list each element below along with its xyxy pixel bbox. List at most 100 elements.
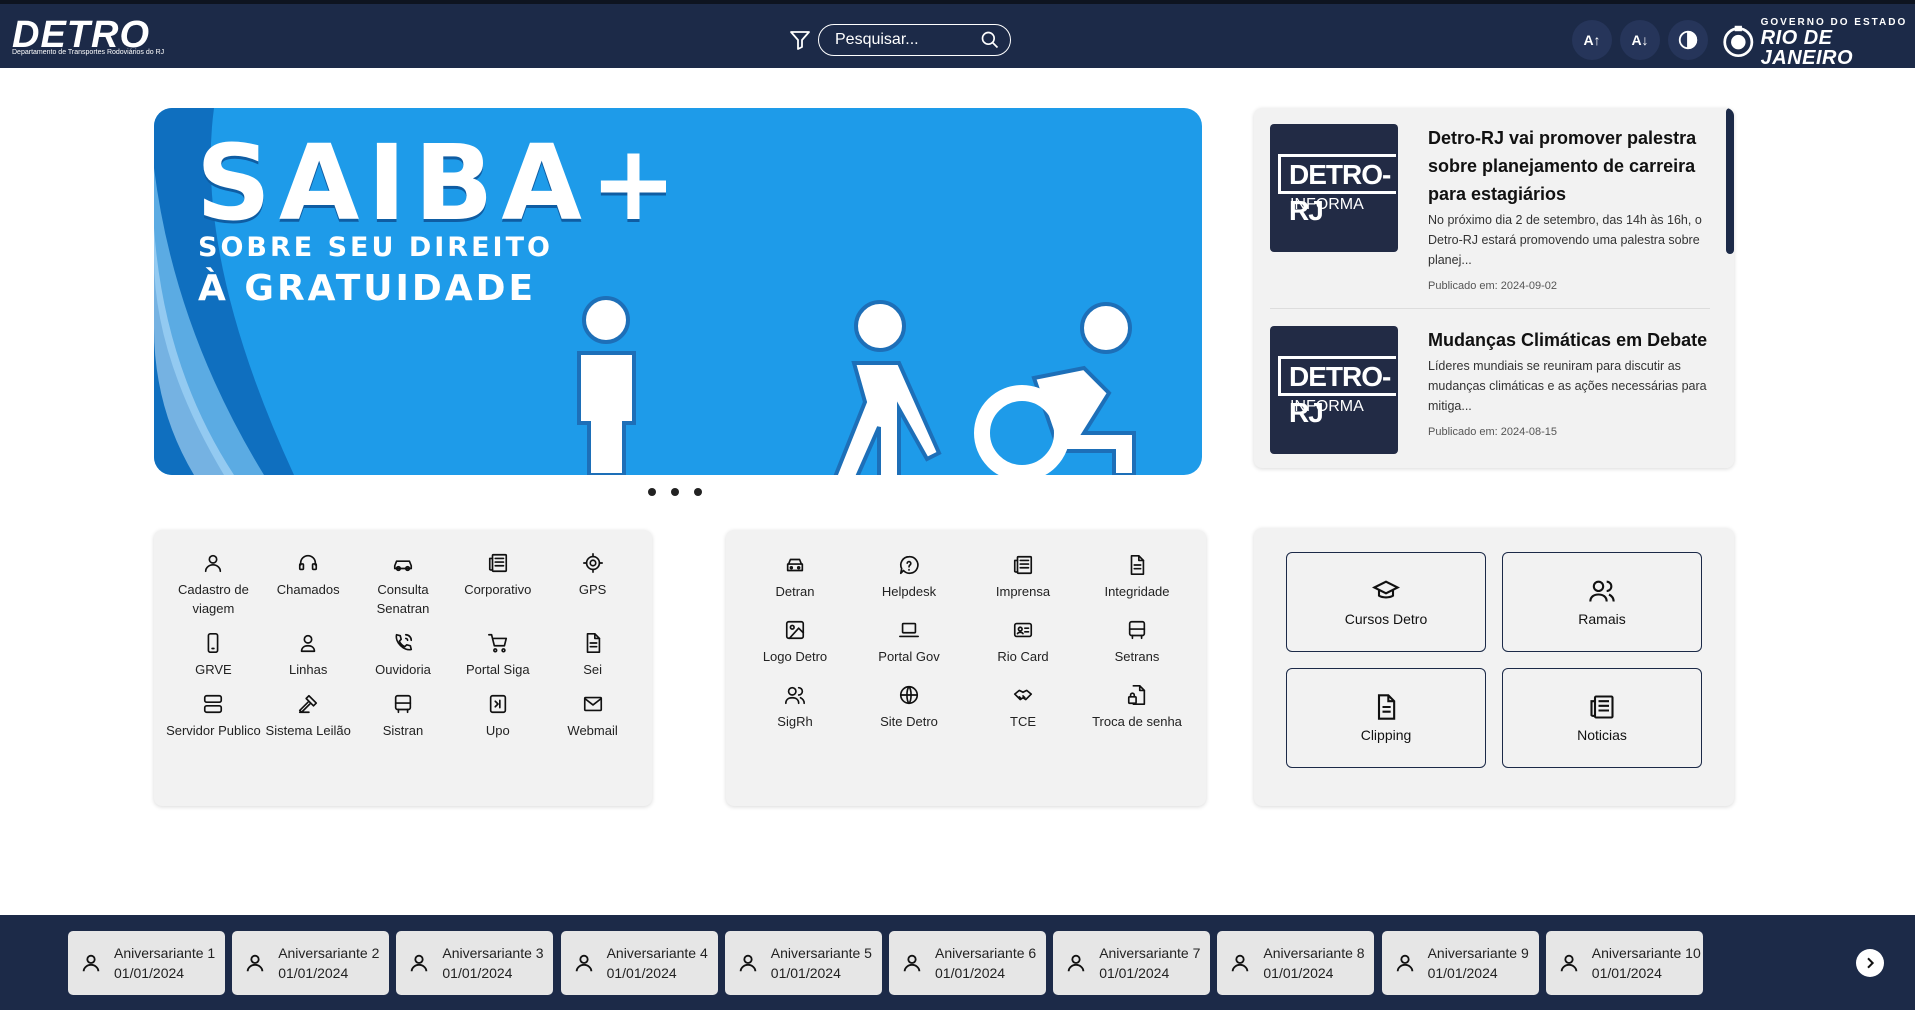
service-link-sei[interactable]: Sei bbox=[545, 632, 640, 679]
service-link-tce[interactable]: TCE bbox=[966, 684, 1080, 731]
search-input[interactable] bbox=[835, 31, 975, 49]
quick-links-panel: Cursos Detro Ramais Clipping Noticias bbox=[1254, 528, 1734, 806]
service-link-sistran[interactable]: Sistran bbox=[356, 693, 451, 740]
news-title: Mudanças Climáticas em Debate bbox=[1428, 330, 1708, 350]
carousel-dot[interactable] bbox=[671, 488, 679, 496]
service-link-corporativo[interactable]: Corporativo bbox=[450, 552, 545, 618]
service-link-rio-card[interactable]: Rio Card bbox=[966, 619, 1080, 666]
birthday-card[interactable]: Aniversariante 4 01/01/2024 bbox=[560, 931, 718, 995]
birthday-card[interactable]: Aniversariante 9 01/01/2024 bbox=[1381, 931, 1539, 995]
search-box bbox=[818, 24, 1011, 56]
birthday-card[interactable]: Aniversariante 3 01/01/2024 bbox=[396, 931, 554, 995]
service-label: Integridade bbox=[1104, 584, 1170, 599]
banner-title: SAIBA+ bbox=[196, 122, 685, 244]
quick-link-clipping[interactable]: Clipping bbox=[1286, 668, 1486, 768]
help-bubble-icon bbox=[899, 555, 919, 575]
user-icon bbox=[205, 554, 222, 573]
service-label: Detran bbox=[775, 584, 815, 599]
handshake-icon bbox=[1013, 689, 1033, 701]
service-link-linhas[interactable]: Linhas bbox=[261, 632, 356, 679]
file-lock-icon bbox=[1127, 685, 1146, 705]
document-icon bbox=[1377, 694, 1396, 720]
users-icon bbox=[785, 686, 805, 705]
service-link-consulta-senatran[interactable]: Consulta Senatran bbox=[356, 552, 451, 618]
gov-line2: RIO DE JANEIRO bbox=[1760, 27, 1854, 69]
carousel-banner[interactable]: SAIBA+ SOBRE SEU DIREITO À GRATUIDADE bbox=[154, 108, 1202, 475]
service-link-setrans[interactable]: Setrans bbox=[1080, 619, 1194, 666]
quick-link-ramais[interactable]: Ramais bbox=[1502, 552, 1702, 652]
carousel-dot[interactable] bbox=[694, 488, 702, 496]
birthday-date: 01/01/2024 bbox=[1263, 965, 1334, 981]
mail-icon bbox=[583, 696, 602, 712]
user-icon bbox=[575, 954, 592, 972]
services-grid-middle: Detran Helpdesk Imprensa Integridade Logo De… bbox=[738, 554, 1194, 731]
news-date: Publicado em: 2024-08-15 bbox=[1428, 426, 1558, 438]
service-label: Logo Detro bbox=[762, 649, 828, 664]
service-label: Imprensa bbox=[995, 584, 1051, 599]
news-item[interactable]: DETRO-RJ INFORMA Mudanças Climáticas em … bbox=[1270, 326, 1710, 454]
quick-link-noticias[interactable]: Noticias bbox=[1502, 668, 1702, 768]
service-link-cadastro-de-viagem[interactable]: Cadastro de viagem bbox=[166, 552, 261, 618]
logo-subtitle: Departamento de Transportes Rodoviários … bbox=[12, 49, 165, 56]
service-label: Troca de senha bbox=[1092, 714, 1182, 729]
quick-link-cursos-detro[interactable]: Cursos Detro bbox=[1286, 552, 1486, 652]
birthday-card[interactable]: Aniversariante 5 01/01/2024 bbox=[724, 931, 882, 995]
news-scrollbar-thumb[interactable] bbox=[1726, 108, 1734, 254]
service-link-troca-de-senha[interactable]: Troca de senha bbox=[1080, 684, 1194, 731]
service-link-site-detro[interactable]: Site Detro bbox=[852, 684, 966, 731]
phone-icon bbox=[207, 633, 219, 653]
birthday-card[interactable]: Aniversariante 8 01/01/2024 bbox=[1217, 931, 1375, 995]
government-logo[interactable]: GOVERNO DO ESTADO RIO DE JANEIRO bbox=[1722, 17, 1915, 68]
service-link-webmail[interactable]: Webmail bbox=[545, 693, 640, 740]
service-link-servidor-publico[interactable]: Servidor Publico bbox=[166, 693, 261, 740]
users-icon bbox=[1589, 580, 1615, 602]
birthday-card[interactable]: Aniversariante 6 01/01/2024 bbox=[889, 931, 1046, 995]
carousel-dot[interactable] bbox=[648, 488, 656, 496]
birthday-card[interactable]: Aniversariante 10 01/01/2024 bbox=[1545, 931, 1703, 995]
birthday-date: 01/01/2024 bbox=[606, 965, 677, 981]
service-link-helpdesk[interactable]: Helpdesk bbox=[852, 554, 966, 601]
service-link-logo-detro[interactable]: Logo Detro bbox=[738, 619, 852, 666]
service-link-portal-gov[interactable]: Portal Gov bbox=[852, 619, 966, 666]
service-link-gps[interactable]: GPS bbox=[545, 552, 640, 618]
service-link-sigrh[interactable]: SigRh bbox=[738, 684, 852, 731]
detro-logo[interactable]: DETRO Departamento de Transportes Rodovi… bbox=[12, 16, 165, 56]
service-link-portal-siga[interactable]: Portal Siga bbox=[450, 632, 545, 679]
birthday-name: Aniversariante 10 bbox=[1591, 945, 1701, 961]
service-link-integridade[interactable]: Integridade bbox=[1080, 554, 1194, 601]
next-button[interactable] bbox=[1856, 949, 1884, 977]
service-link-sistema-leil-o[interactable]: Sistema Leilão bbox=[261, 693, 356, 740]
car-front-icon bbox=[786, 558, 804, 572]
service-label: GPS bbox=[578, 582, 607, 597]
image-icon bbox=[785, 620, 805, 640]
news-item[interactable]: DETRO-RJ INFORMA Detro-RJ vai promover p… bbox=[1270, 124, 1710, 292]
birthday-card[interactable]: Aniversariante 2 01/01/2024 bbox=[232, 931, 390, 995]
service-link-detran[interactable]: Detran bbox=[738, 554, 852, 601]
service-link-imprensa[interactable]: Imprensa bbox=[966, 554, 1080, 601]
service-label: Corporativo bbox=[464, 582, 532, 597]
birthday-date: 01/01/2024 bbox=[770, 965, 841, 981]
font-increase-button[interactable]: A↑ bbox=[1572, 20, 1612, 60]
news-thumbnail-subtitle: INFORMA bbox=[1290, 398, 1364, 415]
news-thumbnail-subtitle: INFORMA bbox=[1290, 196, 1364, 213]
font-decrease-button[interactable]: A↓ bbox=[1620, 20, 1660, 60]
birthday-card[interactable]: Aniversariante 7 01/01/2024 bbox=[1053, 931, 1211, 995]
contrast-button[interactable] bbox=[1668, 20, 1708, 60]
news-thumbnail-title: DETRO-RJ bbox=[1278, 356, 1396, 428]
service-link-ouvidoria[interactable]: Ouvidoria bbox=[356, 632, 451, 679]
news-scrollbar[interactable] bbox=[1726, 108, 1734, 468]
quick-link-label: Cursos Detro bbox=[1344, 611, 1428, 627]
service-link-grve[interactable]: GRVE bbox=[166, 632, 261, 679]
birthday-card[interactable]: Aniversariante 1 01/01/2024 bbox=[68, 931, 225, 995]
birthday-name: Aniversariante 4 bbox=[606, 945, 708, 961]
service-label: Chamados bbox=[276, 582, 340, 597]
birthday-date: 01/01/2024 bbox=[114, 965, 185, 981]
service-link-chamados[interactable]: Chamados bbox=[261, 552, 356, 618]
service-link-upo[interactable]: Upo bbox=[450, 693, 545, 740]
birthday-date: 01/01/2024 bbox=[1427, 965, 1498, 981]
search-icon[interactable] bbox=[980, 30, 1000, 50]
birthday-date: 01/01/2024 bbox=[935, 965, 1006, 981]
news-date: Publicado em: 2024-09-02 bbox=[1428, 280, 1558, 292]
birthday-name: Aniversariante 1 bbox=[114, 945, 216, 961]
filter-icon[interactable] bbox=[788, 28, 812, 52]
